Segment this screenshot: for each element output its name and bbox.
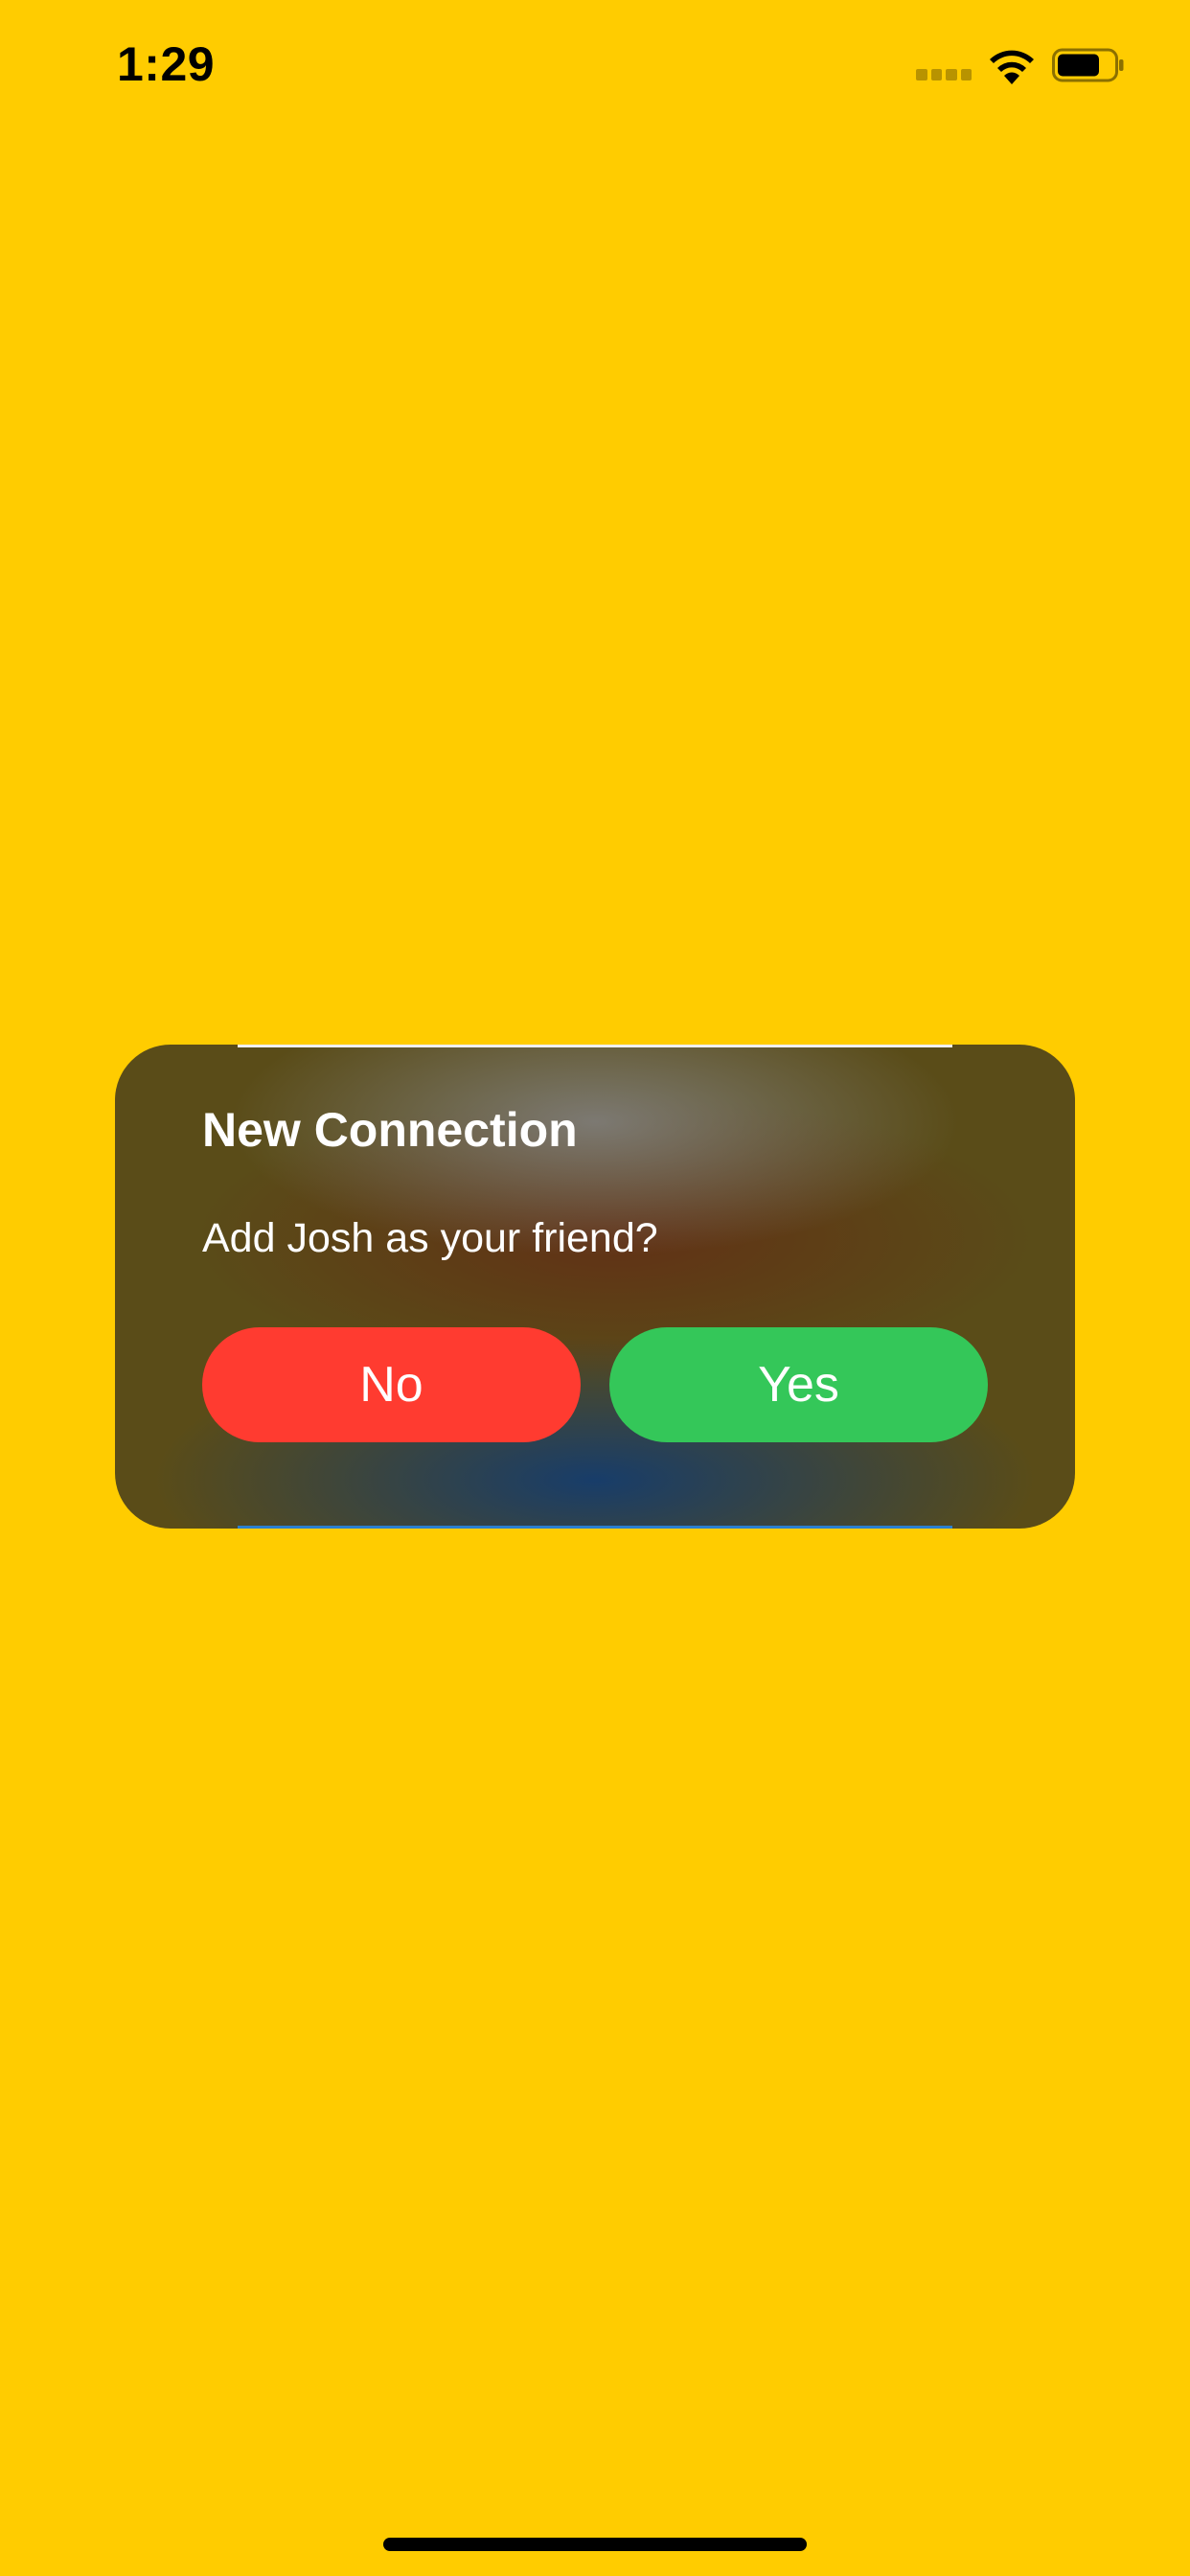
- home-indicator[interactable]: [383, 2538, 807, 2551]
- status-bar: 1:29: [0, 0, 1190, 134]
- alert-bottom-highlight: [238, 1526, 952, 1529]
- status-time: 1:29: [117, 37, 216, 91]
- wifi-icon: [990, 50, 1034, 84]
- alert-title: New Connection: [202, 1103, 578, 1157]
- alert-message: Add Josh as your friend?: [202, 1215, 658, 1261]
- signal-dots-icon: [916, 69, 972, 80]
- alert-top-highlight: [238, 1045, 952, 1047]
- yes-button[interactable]: Yes: [609, 1327, 988, 1442]
- battery-icon: [1052, 48, 1124, 82]
- friend-request-alert: New Connection Add Josh as your friend? …: [115, 1045, 1075, 1529]
- no-button[interactable]: No: [202, 1327, 581, 1442]
